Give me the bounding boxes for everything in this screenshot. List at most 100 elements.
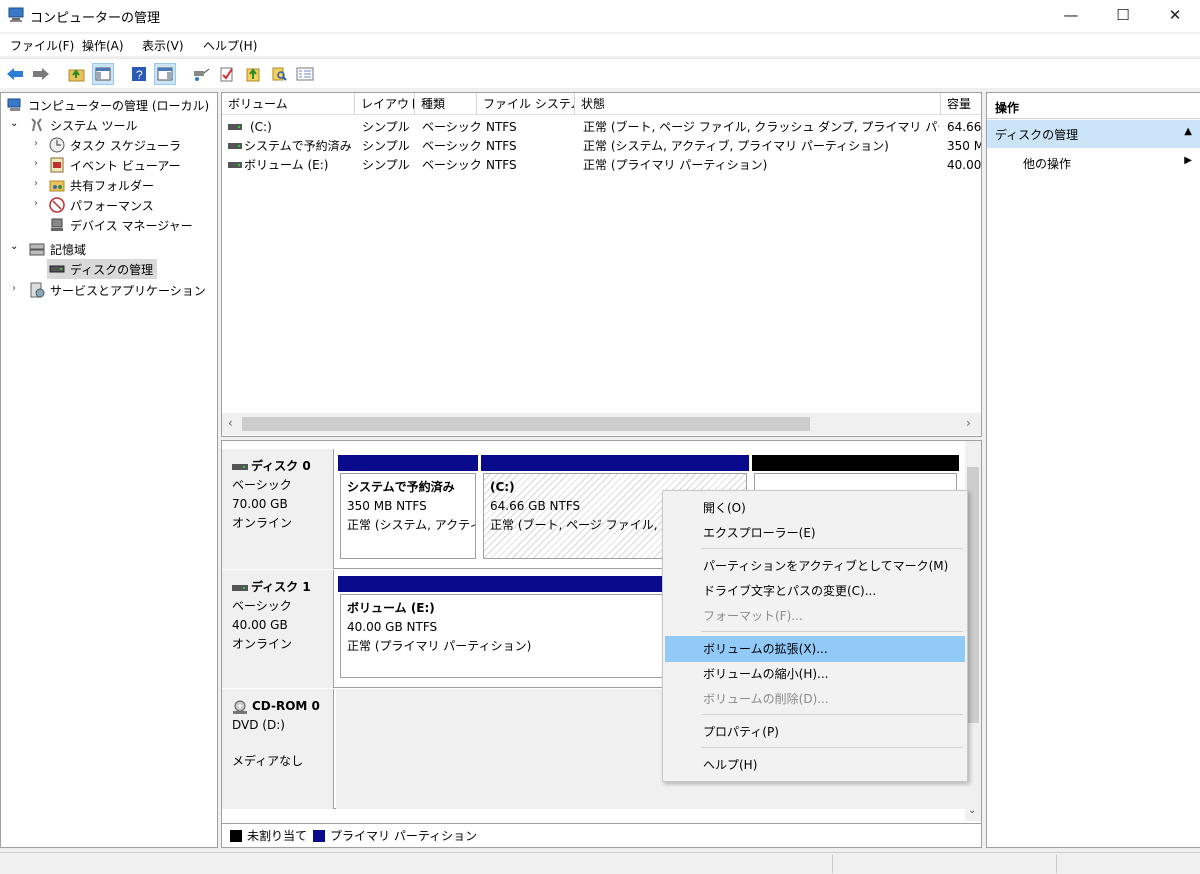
tree-system-tools[interactable]: システム ツール — [29, 115, 137, 135]
storage-icon — [29, 243, 45, 256]
show-hide-action-icon — [157, 67, 173, 81]
collapse-system-tools-icon[interactable]: ⌄ — [10, 118, 18, 129]
cell-layout: シンプル — [362, 120, 410, 134]
disk-icon — [232, 584, 248, 591]
drive-icon — [228, 124, 242, 130]
partition-body: システムで予約済み 350 MB NTFS 正常 (システム, アクティブ — [340, 473, 476, 559]
tree-services-apps-label: サービスとアプリケーション — [50, 283, 206, 298]
shared-folder-icon — [49, 180, 65, 192]
tree-device-manager[interactable]: デバイス マネージャー — [49, 215, 193, 235]
minimize-button[interactable]: — — [1048, 0, 1094, 30]
up-level-button[interactable] — [66, 63, 88, 85]
properties-icon — [296, 67, 314, 81]
scroll-right-icon[interactable]: › — [966, 416, 971, 430]
ctx-properties[interactable]: プロパティ(P) — [665, 719, 965, 745]
export-button[interactable] — [242, 63, 264, 85]
col-filesystem[interactable]: ファイル システム — [477, 93, 575, 115]
tree-disk-management[interactable]: ディスクの管理 — [47, 259, 158, 279]
show-hide-tree-icon — [95, 67, 111, 81]
tree-task-scheduler[interactable]: タスク スケジューラ — [49, 135, 181, 155]
expand-task-scheduler-icon[interactable]: › — [34, 138, 38, 149]
ctx-explorer[interactable]: エクスプローラー(E) — [665, 520, 965, 546]
scroll-thumb[interactable] — [242, 417, 810, 431]
drive-icon — [228, 143, 242, 149]
col-status[interactable]: 状態 — [575, 93, 941, 115]
col-type[interactable]: 種類 — [415, 93, 477, 115]
computer-management-icon — [7, 98, 21, 111]
other-actions[interactable]: 他の操作 ▶ — [987, 150, 1200, 176]
tree-storage[interactable]: 記憶域 — [29, 239, 86, 259]
tree-event-viewer[interactable]: イベント ビューアー — [49, 155, 181, 175]
table-row[interactable]: システムで予約済み シンプル ベーシック NTFS 正常 (システム, アクティ… — [222, 136, 981, 156]
maximize-button[interactable]: ☐ — [1100, 0, 1146, 30]
menu-help[interactable]: ヘルプ(H) — [203, 37, 257, 54]
col-capacity[interactable]: 容量 — [941, 93, 981, 115]
back-button[interactable] — [4, 63, 26, 85]
search-button[interactable] — [268, 63, 290, 85]
horizontal-scrollbar[interactable]: ‹ › — [222, 413, 981, 435]
properties-button[interactable] — [294, 63, 316, 85]
disk-icon — [49, 265, 65, 273]
cell-layout: シンプル — [362, 158, 410, 172]
scroll-left-icon[interactable]: ‹ — [228, 416, 233, 430]
legend-primary: プライマリ パーティション — [330, 829, 478, 843]
disk-icon — [232, 463, 248, 470]
ctx-help[interactable]: ヘルプ(H) — [665, 752, 965, 778]
other-actions-label: 他の操作 — [1023, 157, 1072, 171]
status-divider — [832, 855, 833, 873]
col-volume[interactable]: ボリューム — [222, 93, 355, 115]
ctx-shrink-volume[interactable]: ボリュームの縮小(H)... — [665, 661, 965, 687]
cell-volume: システムで予約済み — [244, 139, 352, 153]
expand-services-icon[interactable]: › — [12, 283, 16, 294]
drive-icon — [228, 162, 242, 168]
disk0-type: ベーシック — [232, 478, 292, 492]
expand-performance-icon[interactable]: › — [34, 198, 38, 209]
menu-view[interactable]: 表示(V) — [142, 37, 184, 54]
collapse-storage-icon[interactable]: ⌄ — [10, 241, 18, 252]
cell-layout: シンプル — [362, 139, 410, 153]
cdrom-status: メディアなし — [232, 754, 304, 768]
col-layout[interactable]: レイアウト — [355, 93, 415, 115]
tree-shared-folders[interactable]: 共有フォルダー — [49, 175, 154, 195]
tree-root[interactable]: コンピューターの管理 (ローカル) — [7, 95, 209, 115]
cdrom-info[interactable]: CD-ROM 0 DVD (D:) メディアなし — [222, 689, 334, 809]
search-icon — [272, 67, 287, 81]
table-row[interactable]: ボリューム (E:) シンプル ベーシック NTFS 正常 (プライマリ パーテ… — [222, 155, 981, 175]
connect-button[interactable] — [190, 63, 212, 85]
collapse-up-icon[interactable]: ▲ — [1184, 126, 1192, 142]
actions-section-disk-management[interactable]: ディスクの管理 ▲ — [987, 120, 1200, 148]
ctx-extend-volume[interactable]: ボリュームの拡張(X)... — [665, 636, 965, 662]
show-hide-action-button[interactable] — [154, 63, 176, 85]
tree-services-apps[interactable]: サービスとアプリケーション — [29, 280, 206, 300]
navigation-tree: コンピューターの管理 (ローカル) ⌄ システム ツール › タスク スケジュー… — [0, 92, 218, 848]
tree-performance[interactable]: パフォーマンス — [49, 195, 154, 215]
cell-filesystem: NTFS — [486, 158, 517, 172]
cell-capacity: 64.66 — [947, 120, 981, 134]
maximize-icon: ☐ — [1116, 6, 1130, 24]
partition-system-reserved[interactable]: システムで予約済み 350 MB NTFS 正常 (システム, アクティブ — [338, 455, 478, 561]
scroll-thumb[interactable] — [967, 467, 979, 723]
menu-action[interactable]: 操作(A) — [82, 37, 124, 54]
show-hide-tree-button[interactable] — [92, 63, 114, 85]
disk1-name: ディスク 1 — [251, 580, 311, 594]
scroll-down-icon[interactable]: ⌄ — [968, 805, 976, 816]
cdrom-type: DVD (D:) — [232, 718, 285, 732]
expand-event-viewer-icon[interactable]: › — [34, 158, 38, 169]
close-icon: ✕ — [1168, 6, 1182, 24]
menu-file[interactable]: ファイル(F) — [10, 37, 74, 54]
ctx-open[interactable]: 開く(O) — [665, 495, 965, 521]
cell-filesystem: NTFS — [486, 120, 517, 134]
help-button[interactable]: ? — [128, 63, 150, 85]
table-row[interactable]: (C:) シンプル ベーシック NTFS 正常 (ブート, ページ ファイル, … — [222, 117, 981, 137]
close-button[interactable]: ✕ — [1152, 0, 1198, 30]
disk0-info[interactable]: ディスク 0 ベーシック 70.00 GB オンライン — [222, 449, 334, 569]
forward-button[interactable] — [30, 63, 52, 85]
ctx-change-drive-letter[interactable]: ドライブ文字とパスの変更(C)... — [665, 578, 965, 604]
expand-shared-folders-icon[interactable]: › — [34, 178, 38, 189]
disk1-info[interactable]: ディスク 1 ベーシック 40.00 GB オンライン — [222, 570, 334, 688]
ctx-mark-active[interactable]: パーティションをアクティブとしてマーク(M) — [665, 553, 965, 579]
legend: 未割り当て プライマリ パーティション — [222, 823, 981, 847]
submenu-arrow-icon: ▶ — [1184, 155, 1192, 166]
check-button[interactable] — [216, 63, 238, 85]
tree-event-viewer-label: イベント ビューアー — [70, 158, 181, 173]
